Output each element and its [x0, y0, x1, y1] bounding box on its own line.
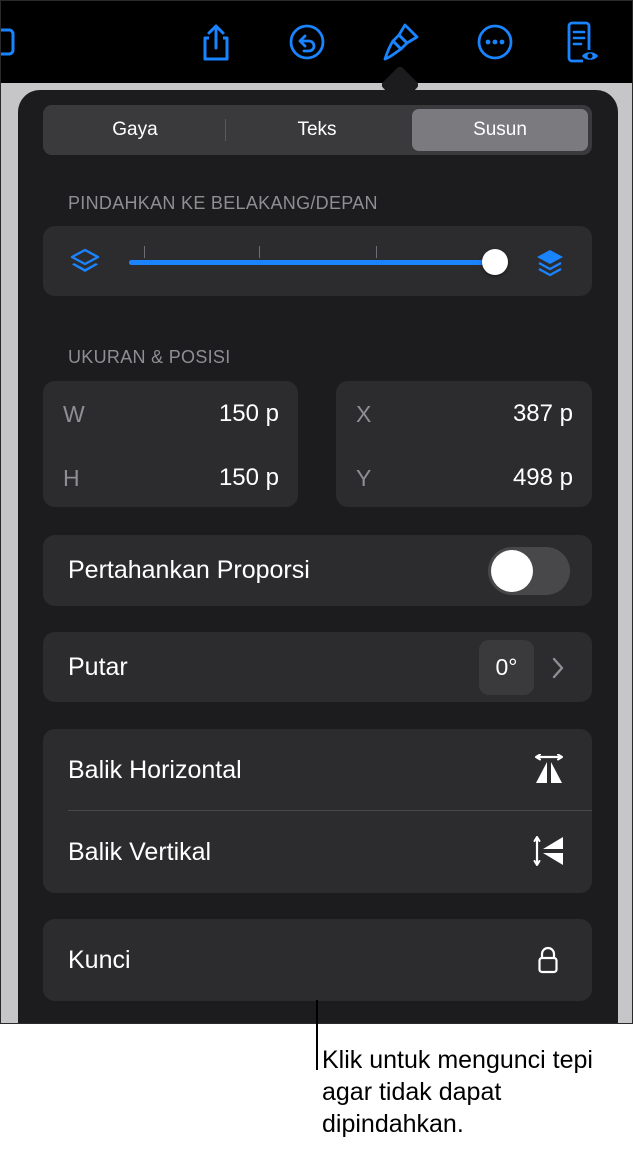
constrain-proportions-toggle[interactable] — [488, 547, 570, 595]
layer-slider-track[interactable] — [129, 260, 495, 265]
tab-susun[interactable]: Susun — [412, 109, 588, 151]
tab-teks[interactable]: Teks — [227, 109, 407, 151]
y-field[interactable]: 498 p — [513, 464, 573, 492]
toggle-knob — [491, 550, 533, 592]
reading-view-icon[interactable] — [560, 19, 604, 65]
height-field[interactable]: 150 p — [219, 464, 279, 492]
width-field[interactable]: 150 p — [219, 400, 279, 428]
flip-horizontal-icon[interactable] — [533, 753, 565, 791]
segmented-control: Gaya Teks Susun — [43, 105, 592, 155]
rotate-row[interactable]: Putar 0° — [43, 632, 592, 702]
lock-label: Kunci — [68, 946, 131, 974]
segment-divider — [225, 119, 226, 141]
app-screen: Gaya Teks Susun PINDAHKAN KE BELAKANG/DE… — [0, 0, 633, 1024]
flip-card: Balik Horizontal Balik Vertikal — [43, 729, 592, 893]
flip-separator — [68, 810, 592, 811]
size-section-label: UKURAN & POSISI — [68, 347, 231, 367]
constrain-proportions-label: Pertahankan Proporsi — [68, 556, 310, 584]
width-label: W — [63, 401, 85, 427]
constrain-proportions-row: Pertahankan Proporsi — [43, 535, 592, 606]
lock-row[interactable]: Kunci — [43, 919, 592, 1001]
flip-vertical-icon[interactable] — [533, 834, 565, 873]
bring-forward-icon[interactable] — [534, 246, 566, 283]
chevron-right-icon[interactable] — [551, 656, 565, 685]
flip-vertical-label[interactable]: Balik Vertikal — [68, 838, 211, 867]
x-label: X — [356, 401, 372, 427]
share-icon[interactable] — [194, 19, 238, 65]
size-card: W 150 p H 150 p — [43, 381, 298, 507]
slider-tick — [259, 246, 260, 258]
format-popover: Gaya Teks Susun PINDAHKAN KE BELAKANG/DE… — [18, 90, 618, 1023]
move-section-label: PINDAHKAN KE BELAKANG/DEPAN — [68, 193, 378, 213]
flip-horizontal-label[interactable]: Balik Horizontal — [68, 756, 242, 785]
callout-caption: Klik untuk mengunci tepi agar tidak dapa… — [322, 1046, 593, 1138]
callout-line — [316, 1000, 318, 1070]
send-backward-icon[interactable] — [69, 246, 101, 283]
x-field[interactable]: 387 p — [513, 400, 573, 428]
position-card: X 387 p Y 498 p — [336, 381, 592, 507]
layer-slider-knob[interactable] — [482, 249, 508, 275]
undo-icon[interactable] — [285, 19, 329, 65]
tab-gaya[interactable]: Gaya — [47, 109, 223, 151]
paintbrush-icon[interactable] — [379, 19, 423, 65]
layer-order-card — [43, 226, 592, 296]
layer-slider-fill — [129, 260, 495, 265]
rotate-label: Putar — [68, 653, 128, 681]
toolbar — [1, 1, 632, 83]
y-label: Y — [356, 465, 372, 491]
height-label: H — [63, 465, 80, 491]
slider-tick — [144, 246, 145, 258]
more-icon[interactable] — [473, 19, 517, 65]
document-edge-icon[interactable] — [1, 19, 23, 65]
lock-icon[interactable] — [537, 945, 559, 980]
rotate-value[interactable]: 0° — [479, 640, 534, 695]
slider-tick — [376, 246, 377, 258]
